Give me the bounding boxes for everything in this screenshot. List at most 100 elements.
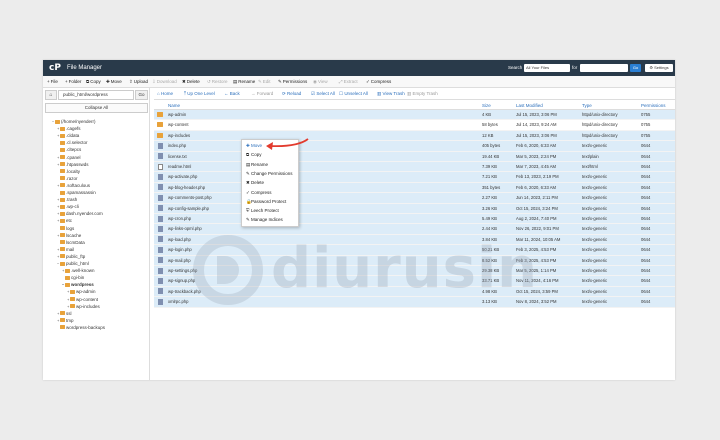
- action-view-trash-button[interactable]: ▥ View Trash: [377, 91, 405, 97]
- toolbar-folder-button[interactable]: +Folder: [65, 79, 81, 85]
- folder-icon: [60, 233, 65, 238]
- collapse-all-button[interactable]: Collapse All: [45, 103, 148, 113]
- context-leech-protect-item[interactable]: ⛨ Leech Protect: [246, 207, 279, 215]
- table-row[interactable]: wp-activate.php 7.21 KB Feb 13, 2023, 2:19…: [154, 172, 675, 183]
- tree-item-label: .well-known: [71, 268, 95, 274]
- toolbar-download-button[interactable]: ⇩Download: [152, 79, 177, 85]
- path-go-button[interactable]: Go: [135, 90, 148, 100]
- tree-item[interactable]: .cltepcs: [57, 146, 81, 153]
- context-copy-item[interactable]: ⧉ Copy: [246, 151, 262, 159]
- table-row[interactable]: wp-settings.php 29.38 KB Mar 5, 2025, 1:14…: [154, 266, 675, 277]
- tree-item[interactable]: + .cpanel: [57, 154, 81, 161]
- tree-item[interactable]: + ssl: [57, 310, 72, 317]
- context-change-permissions-item[interactable]: ✎Change Permissions: [246, 170, 293, 178]
- action-forward-button[interactable]: → Forward: [251, 91, 273, 97]
- tree-item[interactable]: − wordpress: [62, 281, 94, 288]
- tree-item[interactable]: .localty: [57, 168, 80, 175]
- tree-item[interactable]: logs: [57, 225, 74, 232]
- table-row[interactable]: wp-trackback.php 4.98 KB Oct 15, 2024, 3:5…: [154, 286, 675, 298]
- tree-item[interactable]: + .trash: [57, 196, 77, 203]
- table-row[interactable]: license.txt 19.44 KB Mar 5, 2023, 2:24 PM t…: [154, 151, 675, 162]
- tree-item[interactable]: .razor: [57, 175, 78, 182]
- table-row[interactable]: wp-includes 12 KB Jul 15, 2023, 3:06 PM htt…: [154, 130, 675, 142]
- search-scope-select[interactable]: All Your Files: [524, 64, 570, 72]
- table-row[interactable]: wp-blog-header.php 351 bytes Feb 6, 2020, …: [154, 182, 675, 194]
- col-name[interactable]: Name: [168, 102, 180, 109]
- home-icon[interactable]: ⌂: [45, 90, 57, 100]
- path-input[interactable]: public_html/wordpress: [58, 90, 134, 100]
- col-permissions[interactable]: Permissions: [641, 102, 666, 109]
- toolbar-compress-button[interactable]: ✓Compress: [366, 79, 391, 85]
- context-password-protect-item[interactable]: 🔒Password Protect: [246, 198, 286, 206]
- tree-item[interactable]: + tmp: [57, 317, 74, 324]
- col-modified[interactable]: Last Modified: [516, 102, 543, 109]
- tree-item[interactable]: .cl.selector: [57, 139, 88, 146]
- tree-item[interactable]: cgi-bin: [62, 274, 84, 281]
- tree-item[interactable]: + public_ftp: [57, 253, 85, 260]
- tree-item[interactable]: − (/home/nyenderr): [52, 118, 96, 125]
- toolbar-permissions-button[interactable]: ✎Permissions: [278, 79, 307, 85]
- search-input[interactable]: [580, 64, 628, 72]
- table-row[interactable]: wp-login.php 50.21 KB Feb 3, 2025, 4:53 PM…: [154, 245, 675, 256]
- settings-button[interactable]: ⚙ Settings: [645, 64, 673, 72]
- context-move-item[interactable]: ✚Move: [246, 142, 262, 150]
- table-row[interactable]: wp-load.php 3.84 KB Mar 11, 2024, 10:05 AM…: [154, 234, 675, 246]
- tree-item[interactable]: + wp-admin: [67, 288, 96, 295]
- table-row[interactable]: wp-content 58 bytes Jul 14, 2023, 9:24 AM h…: [154, 120, 675, 131]
- tree-item[interactable]: wordpress-backups: [57, 324, 105, 331]
- cell-name: wp-trackback.php: [168, 288, 201, 294]
- action-home-button[interactable]: ⌂ Home: [157, 91, 173, 97]
- toolbar-view-button[interactable]: ◉View: [313, 79, 328, 85]
- tree-item[interactable]: + lscache: [57, 232, 81, 239]
- col-size[interactable]: Size: [482, 102, 491, 109]
- context-delete-item[interactable]: ✖Delete: [246, 179, 264, 187]
- table-row[interactable]: wp-config-sample.php 3.26 KB Oct 15, 2024,…: [154, 203, 675, 214]
- toolbar-copy-button[interactable]: ⧉Copy: [86, 79, 101, 85]
- table-row[interactable]: wp-cron.php 5.49 KB Aug 2, 2024, 7:40 PM te…: [154, 214, 675, 225]
- tree-item[interactable]: + .cldata: [57, 132, 79, 139]
- action-empty-trash-button[interactable]: ▥ Empty Trash: [407, 91, 438, 97]
- tree-item[interactable]: + .well-known: [62, 267, 95, 274]
- tree-item[interactable]: + .softaculous: [57, 182, 90, 189]
- tree-item[interactable]: lscmData: [57, 239, 85, 246]
- table-row[interactable]: wp-links-opml.php 2.44 KB Nov 26, 2022, 9:…: [154, 224, 675, 235]
- action-up-one-level-button[interactable]: ⤒ Up One Level: [184, 91, 215, 97]
- toolbar-file-button[interactable]: +File: [47, 79, 58, 85]
- toolbar-restore-button[interactable]: ↺Restore: [207, 79, 228, 85]
- table-row[interactable]: wp-mail.php 8.52 KB Feb 3, 2025, 4:53 PM te…: [154, 255, 675, 266]
- toolbar-upload-button[interactable]: ⇪Upload: [129, 79, 148, 85]
- action-label: Unselect All: [344, 91, 368, 96]
- table-row[interactable]: wp-signup.php 33.71 KB Nov 11, 2024, 4:16 …: [154, 276, 675, 287]
- col-type[interactable]: Type: [582, 102, 592, 109]
- tree-item[interactable]: + .htpasswds: [57, 161, 89, 168]
- tree-item[interactable]: + dash.nyender.com: [57, 210, 103, 217]
- tree-item[interactable]: + .cagefs: [57, 125, 81, 132]
- context-rename-item[interactable]: ▤Rename: [246, 161, 268, 169]
- tree-item[interactable]: + mail: [57, 246, 74, 253]
- table-row[interactable]: wp-admin 4 KB Jul 15, 2023, 3:06 PM httpd/u…: [154, 110, 675, 121]
- toolbar-move-button[interactable]: ✚Move: [106, 79, 122, 85]
- table-row[interactable]: wp-comments-post.php 2.27 KB Jun 14, 2023,…: [154, 193, 675, 204]
- tree-item[interactable]: + wp-includes: [67, 303, 100, 310]
- tree-item[interactable]: + .wp-cli: [57, 203, 79, 210]
- action-back-button[interactable]: ← Back: [224, 91, 240, 97]
- table-row[interactable]: index.php 405 bytes Feb 6, 2020, 6:33 AM te…: [154, 141, 675, 152]
- toolbar-extract-button[interactable]: ⤢Extract: [339, 79, 358, 85]
- action-unselect-all-button[interactable]: ☐ Unselect All: [339, 91, 368, 97]
- search-go-button[interactable]: Go: [630, 64, 641, 72]
- tree-item[interactable]: + wp-content: [67, 296, 98, 303]
- toolbar-delete-button[interactable]: ✖Delete: [182, 79, 200, 85]
- action-select-all-button[interactable]: ☑ Select All: [311, 91, 335, 97]
- tree-item[interactable]: .spamassassin: [57, 189, 96, 196]
- tree-item[interactable]: − public_html: [57, 260, 89, 267]
- toolbar-rename-button[interactable]: ▤Rename: [233, 79, 255, 85]
- tree-item[interactable]: + etc: [57, 217, 72, 224]
- folder-icon: [60, 162, 65, 167]
- context-manage-indices-item[interactable]: ✎Manage Indices: [246, 216, 283, 224]
- table-row[interactable]: xmlrpc.php 3.13 KB Nov 8, 2024, 3:52 PM tex…: [154, 297, 675, 308]
- action-reload-button[interactable]: ⟳ Reload: [282, 91, 301, 97]
- table-row[interactable]: readme.html 7.39 KB Mar 7, 2023, 4:45 AM te…: [154, 162, 675, 173]
- folder-icon: [60, 133, 65, 138]
- context-compress-item[interactable]: ✓Compress: [246, 189, 272, 197]
- toolbar-edit-button[interactable]: ✎Edit: [258, 79, 271, 85]
